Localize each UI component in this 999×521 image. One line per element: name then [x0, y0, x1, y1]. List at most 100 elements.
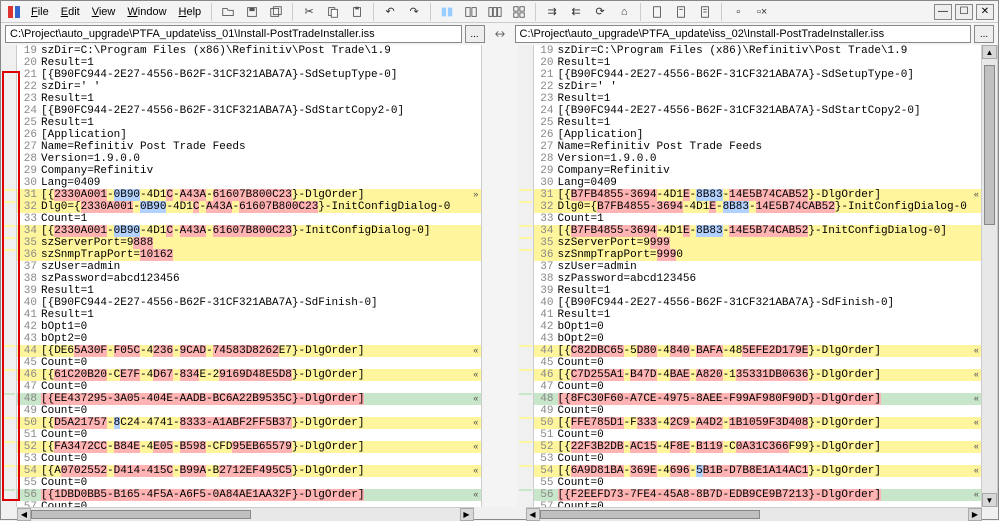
scroll-left-button[interactable]: ◀: [17, 508, 31, 521]
code-line[interactable]: 21[{B90FC944-2E27-4556-B62F-31CF321ABA7A…: [17, 69, 481, 81]
code-line[interactable]: 51Count=0: [534, 429, 982, 441]
scroll-left-button[interactable]: ◀: [526, 508, 540, 521]
paste-icon[interactable]: [346, 2, 368, 22]
code-line[interactable]: 19szDir=C:\Program Files (x86)\Refinitiv…: [534, 45, 982, 57]
save-icon[interactable]: [241, 2, 263, 22]
diffbar-tick[interactable]: [519, 417, 532, 419]
diffbar-tick[interactable]: [2, 465, 15, 467]
doc1-icon[interactable]: [646, 2, 668, 22]
diffbar-tick[interactable]: [2, 225, 15, 227]
menu-window[interactable]: Window: [121, 4, 172, 20]
tool-b-icon[interactable]: ▫×: [751, 2, 773, 22]
code-line[interactable]: 55Count=0: [534, 477, 982, 489]
code-line[interactable]: 39Result=1: [534, 285, 982, 297]
diffbar-tick[interactable]: [2, 189, 15, 191]
code-line[interactable]: 20Result=1: [17, 57, 481, 69]
code-line[interactable]: 22szDir=' ': [17, 81, 481, 93]
code-line[interactable]: 38szPassword=abcd123456: [17, 273, 481, 285]
code-line[interactable]: 49Count=0: [534, 405, 982, 417]
code-line[interactable]: 24[{B90FC944-2E27-4556-B62F-31CF321ABA7A…: [17, 105, 481, 117]
open-icon[interactable]: [217, 2, 239, 22]
diffbar-tick[interactable]: [519, 237, 532, 239]
code-line[interactable]: 50[{D5A21757-8C24-4741-8333-A1ABF2FF5B37…: [17, 417, 481, 429]
code-line[interactable]: 56[{F2EEFD73-7FE4-45A8-8B7D-EDB9CE9B7213…: [534, 489, 982, 501]
left-code[interactable]: 19szDir=C:\Program Files (x86)\Refinitiv…: [17, 45, 481, 507]
home-icon[interactable]: ⌂: [613, 2, 635, 22]
left-browse-button[interactable]: ...: [465, 25, 485, 43]
left-path-input[interactable]: C:\Project\auto_upgrade\PTFA_update\iss_…: [5, 25, 462, 43]
doc3-icon[interactable]: [694, 2, 716, 22]
diffbar-tick[interactable]: [2, 441, 15, 443]
diffbar-tick[interactable]: [2, 393, 15, 395]
code-line[interactable]: 35szServerPort=9888: [17, 237, 481, 249]
code-line[interactable]: 56[{1DBD0BB5-B165-4F5A-A6F5-0A84AE1AA32F…: [17, 489, 481, 501]
code-line[interactable]: 52[{22F3B2DB-AC15-4F8E-B119-C0A31C366F99…: [534, 441, 982, 453]
code-line[interactable]: 38szPassword=abcd123456: [534, 273, 982, 285]
code-line[interactable]: 34[{2330A001-0B90-4D1C-A43A-61607B800C23…: [17, 225, 481, 237]
view4-icon[interactable]: [508, 2, 530, 22]
left-diffbar[interactable]: [1, 45, 17, 507]
right-hscroll[interactable]: ◀ ▶: [526, 507, 983, 521]
copy-icon[interactable]: [322, 2, 344, 22]
code-line[interactable]: 30Lang=0409: [17, 177, 481, 189]
right-browse-button[interactable]: ...: [974, 25, 994, 43]
diffbar-tick[interactable]: [2, 369, 15, 371]
code-line[interactable]: 53Count=0: [17, 453, 481, 465]
code-line[interactable]: 25Result=1: [534, 117, 982, 129]
code-line[interactable]: 21[{B90FC944-2E27-4556-B62F-31CF321ABA7A…: [534, 69, 982, 81]
code-line[interactable]: 33Count=1: [534, 213, 982, 225]
code-line[interactable]: 19szDir=C:\Program Files (x86)\Refinitiv…: [17, 45, 481, 57]
diffbar-tick[interactable]: [519, 201, 532, 203]
code-line[interactable]: 48[{EE437295-3A05-404E-AADB-BC6A22B9535C…: [17, 393, 481, 405]
code-line[interactable]: 42bOpt1=0: [534, 321, 982, 333]
code-line[interactable]: 37szUser=admin: [534, 261, 982, 273]
code-line[interactable]: 29Company=Refinitiv: [534, 165, 982, 177]
diffbar-tick[interactable]: [2, 345, 15, 347]
menu-help[interactable]: Help: [173, 4, 208, 20]
minimize-button[interactable]: —: [934, 4, 952, 20]
code-line[interactable]: 46[{C7D255A1-B47D-4BAE-A820-135331DB0636…: [534, 369, 982, 381]
code-line[interactable]: 46[{61C20B20-CE7F-4D67-834E-29169D48E5D8…: [17, 369, 481, 381]
code-line[interactable]: 54[{6A9D81BA-369E-4696-5B1B-D7B8E1A14AC1…: [534, 465, 982, 477]
code-line[interactable]: 41Result=1: [534, 309, 982, 321]
code-line[interactable]: 26[Application]: [534, 129, 982, 141]
code-line[interactable]: 39Result=1: [17, 285, 481, 297]
cut-icon[interactable]: ✂: [298, 2, 320, 22]
menu-edit[interactable]: Edit: [55, 4, 86, 20]
scroll-thumb[interactable]: [984, 65, 995, 225]
refresh-icon[interactable]: ⟳: [589, 2, 611, 22]
code-line[interactable]: 45Count=0: [17, 357, 481, 369]
code-line[interactable]: 31[{2330A001-0B90-4D1C-A43A-61607B800C23…: [17, 189, 481, 201]
code-line[interactable]: 44[{DE65A30F-F05C-4236-9CAD-74583D8262E7…: [17, 345, 481, 357]
diffbar-tick[interactable]: [519, 249, 532, 251]
code-line[interactable]: 23Result=1: [534, 93, 982, 105]
menu-view[interactable]: View: [86, 4, 122, 20]
code-line[interactable]: 45Count=0: [534, 357, 982, 369]
tool-a-icon[interactable]: ▫: [727, 2, 749, 22]
code-line[interactable]: 42bOpt1=0: [17, 321, 481, 333]
code-line[interactable]: 48[{8FC30F60-A7CE-4975-8AEE-F99AF980F90D…: [534, 393, 982, 405]
hscroll-thumb[interactable]: [31, 510, 251, 519]
code-line[interactable]: 49Count=0: [17, 405, 481, 417]
diffbar-tick[interactable]: [519, 465, 532, 467]
code-line[interactable]: 43bOpt2=0: [17, 333, 481, 345]
diffbar-tick[interactable]: [2, 237, 15, 239]
code-line[interactable]: 26[Application]: [17, 129, 481, 141]
code-line[interactable]: 32Dlg0={B7FB4855-3694-4D1E-8B83-14E5B74C…: [534, 201, 982, 213]
menu-file[interactable]: File: [25, 4, 55, 20]
right-diffbar[interactable]: [518, 45, 534, 507]
merge-icon[interactable]: [460, 2, 482, 22]
copy-right-icon[interactable]: ⇉: [541, 2, 563, 22]
diffbar-tick[interactable]: [2, 489, 15, 491]
code-line[interactable]: 53Count=0: [534, 453, 982, 465]
code-line[interactable]: 25Result=1: [17, 117, 481, 129]
code-line[interactable]: 27Name=Refinitiv Post Trade Feeds: [17, 141, 481, 153]
undo-icon[interactable]: ↶: [379, 2, 401, 22]
code-line[interactable]: 55Count=0: [17, 477, 481, 489]
diffbar-tick[interactable]: [519, 345, 532, 347]
code-line[interactable]: 47Count=0: [17, 381, 481, 393]
diffbar-tick[interactable]: [519, 393, 532, 395]
code-line[interactable]: 43bOpt2=0: [534, 333, 982, 345]
code-line[interactable]: 47Count=0: [534, 381, 982, 393]
code-line[interactable]: 20Result=1: [534, 57, 982, 69]
